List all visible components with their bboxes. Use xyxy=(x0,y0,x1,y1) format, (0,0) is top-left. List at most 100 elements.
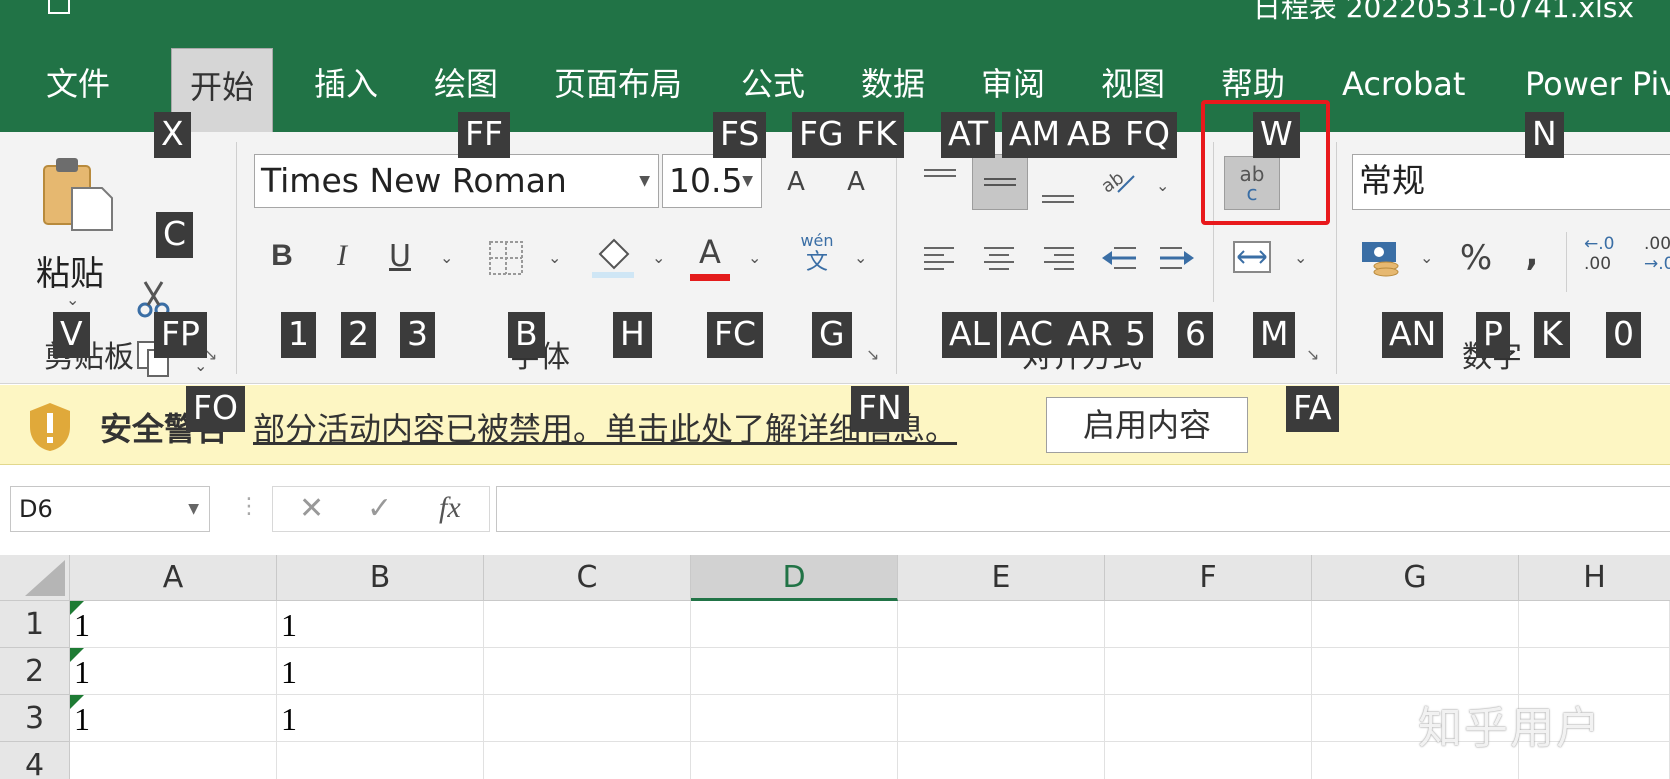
phonetic-guide-button[interactable]: wén 文 xyxy=(796,232,838,280)
cell-a1[interactable]: 1 xyxy=(70,601,277,648)
align-left-icon[interactable] xyxy=(922,244,956,272)
comma-style-button[interactable]: , xyxy=(1514,232,1550,276)
keytip-fq: FQ xyxy=(1118,112,1177,158)
increase-indent-icon[interactable] xyxy=(1158,244,1196,272)
font-name-combo[interactable]: Times New Roman ▼ xyxy=(254,154,659,208)
increase-decimal-button[interactable]: ←.0 .00 xyxy=(1584,234,1624,280)
column-header-b[interactable]: B xyxy=(277,555,484,601)
cell-f3[interactable] xyxy=(1105,695,1312,742)
underline-dropdown-icon[interactable]: ⌄ xyxy=(440,248,453,267)
group-separator xyxy=(896,142,897,374)
cell-b2[interactable]: 1 xyxy=(277,648,484,695)
font-color-button[interactable]: A xyxy=(690,232,730,272)
align-right-icon[interactable] xyxy=(1042,244,1076,272)
cell-e3[interactable] xyxy=(898,695,1105,742)
merge-dropdown-icon[interactable]: ⌄ xyxy=(1294,248,1307,267)
row-header-1[interactable]: 1 xyxy=(0,601,70,648)
bold-button[interactable]: B xyxy=(262,232,302,280)
alignment-launcher-icon[interactable]: ↘ xyxy=(1306,346,1324,364)
name-box-dropdown-icon[interactable]: ▼ xyxy=(188,487,199,531)
column-header-g[interactable]: G xyxy=(1312,555,1519,601)
align-bottom-icon[interactable] xyxy=(1040,176,1076,206)
number-format-combo[interactable]: 常规 xyxy=(1352,154,1670,210)
font-name-dropdown-icon[interactable]: ▼ xyxy=(639,155,650,207)
cell-c2[interactable] xyxy=(484,648,691,695)
formula-input[interactable] xyxy=(496,486,1670,532)
borders-dropdown-icon[interactable]: ⌄ xyxy=(548,248,561,267)
cell-h1[interactable] xyxy=(1519,601,1670,648)
formula-bar-grip-icon[interactable]: ⋮ xyxy=(238,494,260,519)
font-launcher-icon[interactable]: ↘ xyxy=(866,346,884,364)
select-all-button[interactable] xyxy=(0,555,70,601)
merge-center-icon[interactable] xyxy=(1232,240,1272,274)
fill-color-dropdown-icon[interactable]: ⌄ xyxy=(652,248,665,267)
cell-c4[interactable] xyxy=(484,742,691,779)
accounting-format-icon[interactable] xyxy=(1360,238,1402,278)
align-top-icon[interactable] xyxy=(922,166,958,196)
cell-g1[interactable] xyxy=(1312,601,1519,648)
font-color-dropdown-icon[interactable]: ⌄ xyxy=(748,248,761,267)
font-size-combo[interactable]: 10.5 ▼ xyxy=(662,154,762,208)
grow-font-button[interactable]: A xyxy=(776,162,816,202)
cell-f1[interactable] xyxy=(1105,601,1312,648)
enable-content-button[interactable]: 启用内容 xyxy=(1046,397,1248,453)
font-size-dropdown-icon[interactable]: ▼ xyxy=(742,155,753,207)
column-header-f[interactable]: F xyxy=(1105,555,1312,601)
percent-style-button[interactable]: % xyxy=(1454,236,1498,280)
orientation-dropdown-icon[interactable]: ⌄ xyxy=(1156,176,1169,195)
cell-e2[interactable] xyxy=(898,648,1105,695)
cell-b1[interactable]: 1 xyxy=(277,601,484,648)
row-header-2[interactable]: 2 xyxy=(0,648,70,695)
cell-d1[interactable] xyxy=(691,601,898,648)
tab-page-layout[interactable]: 页面布局 xyxy=(554,46,682,132)
column-header-h[interactable]: H xyxy=(1519,555,1670,601)
keytip-fk: FK xyxy=(849,112,904,158)
decrease-decimal-button[interactable]: .00 →.0 xyxy=(1644,234,1670,280)
underline-button[interactable]: U xyxy=(380,232,420,280)
align-middle-button[interactable] xyxy=(972,154,1028,210)
row-header-4[interactable]: 4 xyxy=(0,742,70,779)
cancel-icon[interactable]: ✕ xyxy=(299,491,324,526)
borders-icon[interactable] xyxy=(488,240,524,276)
tab-file[interactable]: 文件 xyxy=(46,46,110,132)
row-header-3[interactable]: 3 xyxy=(0,695,70,742)
cell-g2[interactable] xyxy=(1312,648,1519,695)
column-header-e[interactable]: E xyxy=(898,555,1105,601)
cell-d4[interactable] xyxy=(691,742,898,779)
keytip-2: 2 xyxy=(341,312,376,358)
shrink-font-button[interactable]: A xyxy=(836,162,876,202)
cell-d3[interactable] xyxy=(691,695,898,742)
italic-button[interactable]: I xyxy=(322,232,362,280)
cell-c3[interactable] xyxy=(484,695,691,742)
paste-dropdown-icon[interactable]: ⌄ xyxy=(66,290,79,309)
tab-insert[interactable]: 插入 xyxy=(314,46,378,132)
orientation-icon[interactable]: ab xyxy=(1098,162,1138,198)
phonetic-dropdown-icon[interactable]: ⌄ xyxy=(854,248,867,267)
cell-a4[interactable] xyxy=(70,742,277,779)
cell-h2[interactable] xyxy=(1519,648,1670,695)
cell-e4[interactable] xyxy=(898,742,1105,779)
accounting-dropdown-icon[interactable]: ⌄ xyxy=(1420,248,1433,267)
paste-button[interactable]: 粘贴 ⌄ xyxy=(26,150,122,320)
cell-a2[interactable]: 1 xyxy=(70,648,277,695)
insert-function-icon[interactable]: fx xyxy=(439,491,461,525)
cell-d2[interactable] xyxy=(691,648,898,695)
cell-f2[interactable] xyxy=(1105,648,1312,695)
cell-e1[interactable] xyxy=(898,601,1105,648)
keytip-am: AM xyxy=(1002,112,1068,158)
cell-c1[interactable] xyxy=(484,601,691,648)
cell-a3[interactable]: 1 xyxy=(70,695,277,742)
fill-color-icon[interactable] xyxy=(590,236,636,280)
cell-f4[interactable] xyxy=(1105,742,1312,779)
cell-b3[interactable]: 1 xyxy=(277,695,484,742)
column-header-d[interactable]: D xyxy=(691,555,898,601)
cell-b4[interactable] xyxy=(277,742,484,779)
enter-icon[interactable]: ✓ xyxy=(367,491,392,526)
column-header-a[interactable]: A xyxy=(70,555,277,601)
column-header-c[interactable]: C xyxy=(484,555,691,601)
decrease-indent-icon[interactable] xyxy=(1100,244,1138,272)
save-icon[interactable] xyxy=(48,0,70,14)
name-box[interactable]: D6 ▼ xyxy=(10,486,210,532)
align-center-icon[interactable] xyxy=(982,244,1016,272)
tab-acrobat[interactable]: Acrobat xyxy=(1342,46,1465,132)
